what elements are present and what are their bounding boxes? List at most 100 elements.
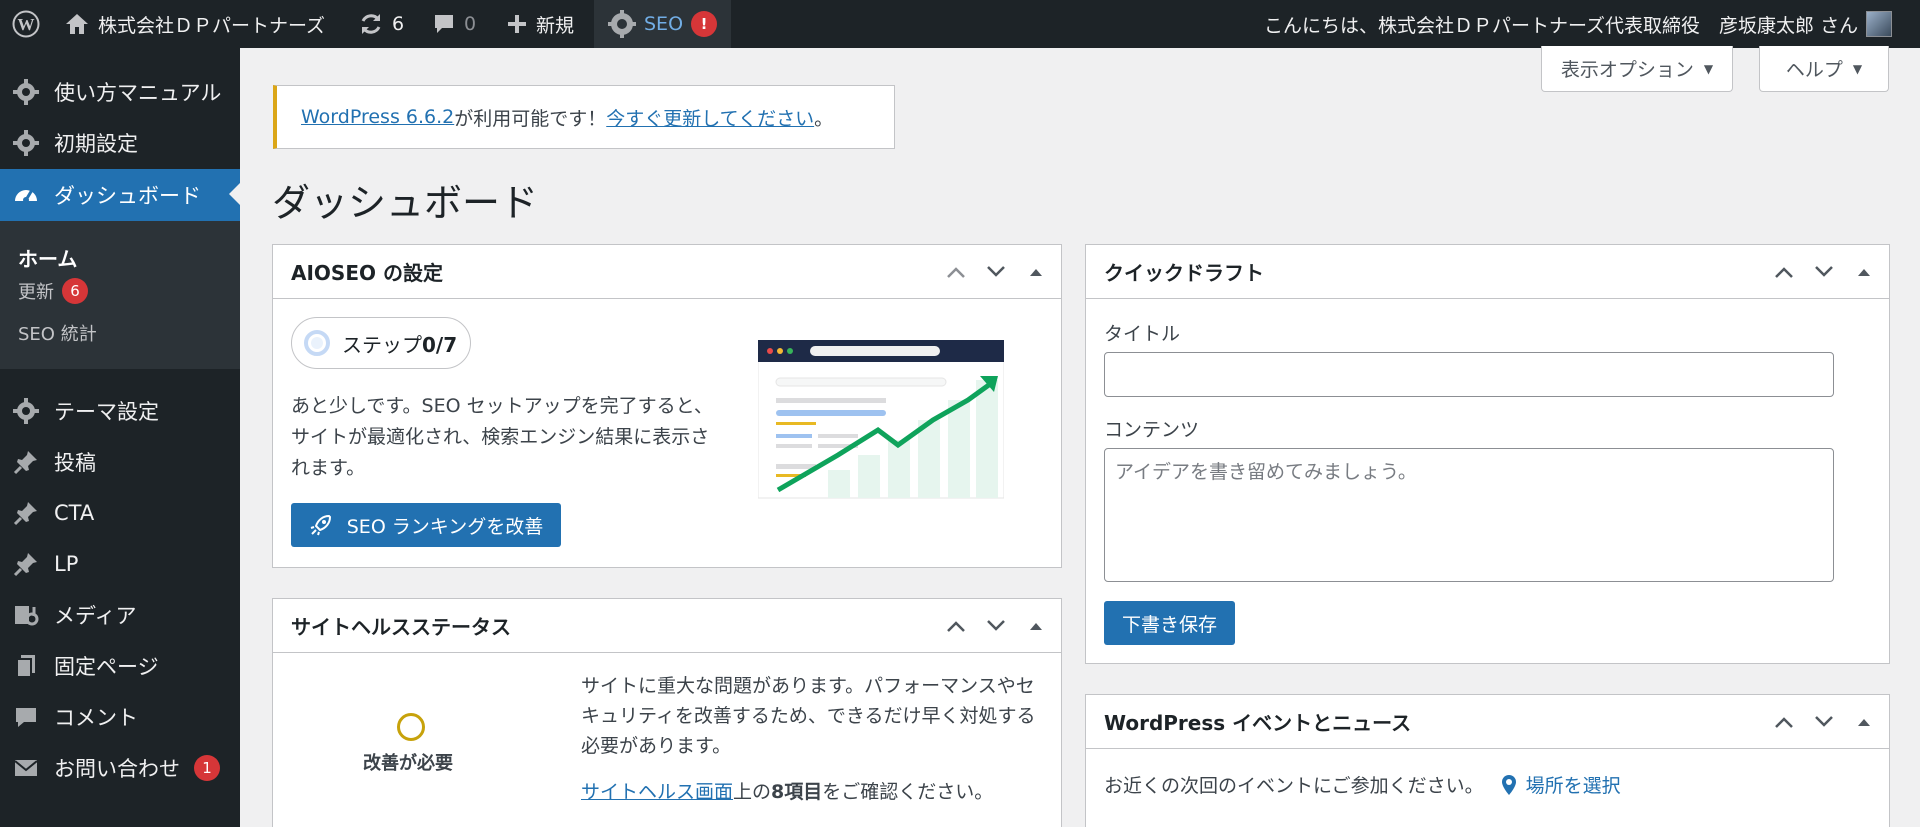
menu-cta[interactable]: CTA [0,488,240,538]
menu-label: LP [54,552,79,576]
button-label: SEO ランキングを改善 [346,515,544,538]
updates-badge: 6 [62,278,88,304]
menu-pages[interactable]: 固定ページ [0,641,240,691]
update-notice: WordPress 6.6.2 が利用可能です！ 今すぐ更新してください 。 [273,85,895,149]
media-icon [12,601,40,629]
menu-comments[interactable]: コメント [0,692,240,742]
menu-dashboard[interactable]: ダッシュボード [0,169,240,221]
menu-lp[interactable]: LP [0,539,240,589]
menu-label: メディア [54,604,137,628]
menu-media[interactable]: メディア [0,590,240,640]
move-up-icon[interactable] [1773,715,1795,729]
notice-text: が利用可能です！ [454,107,607,130]
widget-header: AIOSEO の設定 [273,245,1061,299]
health-status-ring-icon [397,713,425,741]
menu-label: CTA [54,501,95,525]
health-link-line: サイトヘルス画面上の8項目をご確認ください。 [581,777,993,804]
gear-icon [12,397,40,425]
comments-count: 0 [464,13,477,35]
comments-link[interactable]: 0 [432,0,476,48]
widget-title: WordPress イベントとニュース [1104,711,1412,735]
save-draft-button[interactable]: 下書き保存 [1104,601,1235,645]
collapse-toggle-icon[interactable] [1853,717,1875,727]
menu-label: テーマ設定 [54,400,159,424]
draft-content-label: コンテンツ [1104,419,1200,441]
location-link-label: 場所を選択 [1525,775,1621,797]
collapse-toggle-icon[interactable] [1025,621,1047,631]
move-up-icon[interactable] [1773,265,1795,279]
submenu-seo-stats[interactable]: SEO 統計 [18,320,97,346]
health-description: サイトに重大な問題があります。パフォーマンスやセキュリティを改善するため、できる… [581,675,1036,757]
collapse-toggle-icon[interactable] [1025,267,1047,277]
caret-down-icon: ▼ [1852,61,1863,76]
widget-header: WordPress イベントとニュース [1086,695,1889,749]
screen-options-button[interactable]: 表示オプション ▼ [1541,46,1733,92]
plus-icon [508,15,526,33]
submenu-home[interactable]: ホーム [18,243,77,272]
pin-icon [12,550,40,578]
aioseo-description: あと少しです。SEO セットアップを完了すると、サイトが最適化され、検索エンジン… [291,395,713,479]
help-button[interactable]: ヘルプ ▼ [1759,46,1889,92]
widget-title: AIOSEO の設定 [291,261,443,285]
seo-menu[interactable]: SEO ! [594,0,732,48]
svg-text:W: W [18,15,35,34]
user-account-menu[interactable]: こんにちは、株式会社ＤＰパートナーズ代表取締役 彦坂康太郎 さん [1264,0,1893,48]
move-down-icon[interactable] [985,619,1007,633]
updates-link[interactable]: 6 [358,0,404,48]
page-title: ダッシュボード [272,181,539,225]
menu-label: 投稿 [54,451,96,475]
events-news-widget: WordPress イベントとニュース お近くの次回のイベントにご参加ください。… [1085,694,1890,827]
collapse-toggle-icon[interactable] [1853,267,1875,277]
menu-label: 固定ページ [54,655,159,679]
menu-theme-settings[interactable]: テーマ設定 [0,386,240,436]
submenu-label: 更新 [18,282,54,303]
link-suffix: 上の [733,781,772,803]
site-name: 株式会社ＤＰパートナーズ [98,14,326,37]
site-name-link[interactable]: 株式会社ＤＰパートナーズ [64,0,325,48]
screen-options-label: 表示オプション [1560,59,1694,81]
menu-label: ダッシュボード [54,184,201,208]
gear-icon [12,129,40,157]
draft-content-textarea[interactable] [1104,448,1834,582]
submenu-label: SEO 統計 [18,324,97,345]
move-down-icon[interactable] [985,265,1007,279]
menu-manual[interactable]: 使い方マニュアル [0,67,240,117]
health-status-label: 改善が必要 [363,753,453,774]
widget-title: サイトヘルスステータス [291,615,511,639]
progress-ring-icon [304,330,330,356]
site-health-widget: サイトヘルスステータス 改善が必要 サイトに重大な問題があります。パフォーマンス… [272,598,1062,827]
seo-alert-badge: ! [691,11,718,37]
wordpress-version-link[interactable]: WordPress 6.6.2 [301,106,454,128]
admin-sidebar: 使い方マニュアル 初期設定 ダッシュボード ホーム 更新 6 SEO 統計 テー… [0,48,240,827]
admin-bar: W 株式会社ＤＰパートナーズ 6 0 新規 SEO ! こんにちは、株式会社ＤＰ… [0,0,1920,48]
menu-label: 初期設定 [54,132,138,156]
move-up-icon[interactable] [945,619,967,633]
avatar [1866,11,1893,37]
select-location-link[interactable]: 場所を選択 [1500,771,1621,798]
quick-draft-widget: クイックドラフト タイトル コンテンツ 下書き保存 [1085,244,1890,664]
widget-title: クイックドラフト [1104,261,1264,285]
improve-seo-button[interactable]: SEO ランキングを改善 [291,503,561,547]
issue-count: 8項目 [771,781,823,803]
site-health-screen-link[interactable]: サイトヘルス画面 [581,781,733,803]
menu-posts[interactable]: 投稿 [0,437,240,487]
widget-controls [1773,695,1875,749]
menu-initial-settings[interactable]: 初期設定 [0,118,240,168]
menu-contact[interactable]: お問い合わせ 1 [0,743,240,793]
pages-icon [12,652,40,680]
update-now-link[interactable]: 今すぐ更新してください [606,104,814,131]
move-down-icon[interactable] [1813,715,1835,729]
submenu-updates[interactable]: 更新 6 [18,278,88,304]
draft-title-input[interactable] [1104,352,1834,397]
move-up-icon[interactable] [945,265,967,279]
step-prefix: ステップ [342,332,422,357]
pin-icon [12,499,40,527]
move-down-icon[interactable] [1813,265,1835,279]
user-greeting: こんにちは、株式会社ＤＰパートナーズ代表取締役 彦坂康太郎 さん [1264,14,1859,37]
wordpress-logo-icon[interactable]: W [12,0,40,48]
site-health-body: 改善が必要 サイトに重大な問題があります。パフォーマンスやセキュリティを改善する… [273,653,1061,827]
widget-header: サイトヘルスステータス [273,599,1061,653]
step-value: 0/7 [422,332,458,357]
new-content-link[interactable]: 新規 [506,0,574,48]
new-label: 新規 [536,14,575,37]
